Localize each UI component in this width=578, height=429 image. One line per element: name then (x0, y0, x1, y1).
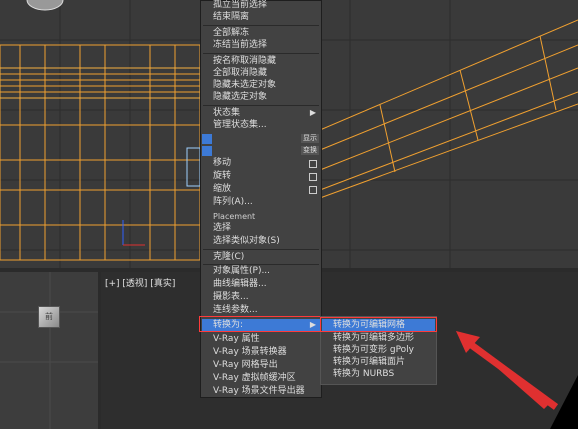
selection-outline (320, 317, 437, 332)
viewcube[interactable]: 前 (38, 306, 60, 328)
bottom-left-viewport[interactable] (0, 272, 98, 429)
menu-item-manage-state-sets[interactable]: 管理状态集... (213, 120, 267, 131)
submenu-item-deformable-gpoly[interactable]: 转换为可变形 gPoly (333, 345, 414, 356)
menu-item-object-properties[interactable]: 对象属性(P)... (213, 266, 270, 277)
submenu-item-editable-poly[interactable]: 转换为可编辑多边形 (333, 333, 414, 344)
settings-box-icon[interactable] (309, 173, 317, 181)
settings-box-icon[interactable] (309, 186, 317, 194)
quad-indicator-icon (202, 134, 212, 144)
viewcube-label: 前 (45, 312, 53, 321)
menu-item-clone[interactable]: 克隆(C) (213, 252, 244, 263)
menu-item-rotate[interactable]: 旋转 (213, 171, 231, 182)
menu-item-state-sets[interactable]: 状态集 (213, 108, 240, 119)
menu-item-array[interactable]: 阵列(A)... (213, 197, 253, 208)
menu-item-wire-parameters[interactable]: 连线参数... (213, 305, 258, 316)
menu-item-vray-mesh-export[interactable]: V-Ray 网格导出 (213, 360, 278, 371)
menu-separator (203, 264, 319, 265)
menu-item-end-isolate[interactable]: 结束隔离 (213, 12, 249, 23)
menu-item-vray-scene-export[interactable]: V-Ray 场景文件导出器 (213, 386, 305, 397)
selection-outline (199, 316, 323, 332)
menu-item-hide-unselected[interactable]: 隐藏未选定对象 (213, 80, 276, 91)
settings-box-icon[interactable] (309, 160, 317, 168)
quad-label-transform[interactable]: 变换 (301, 146, 319, 155)
menu-item-vray-scene-converter[interactable]: V-Ray 场景转换器 (213, 347, 287, 358)
menu-item-freeze-selection[interactable]: 冻结当前选择 (213, 40, 267, 51)
submenu-item-nurbs[interactable]: 转换为 NURBS (333, 369, 394, 380)
menu-item-select-similar[interactable]: 选择类似对象(S) (213, 236, 280, 247)
menu-item-dope-sheet[interactable]: 摄影表... (213, 292, 249, 303)
submenu-arrow-icon: ▶ (309, 108, 316, 117)
menu-item-placement[interactable]: Placement (213, 211, 255, 222)
menu-item-hide-selection[interactable]: 隐藏选定对象 (213, 92, 267, 103)
menu-separator (203, 53, 319, 54)
menu-item-move[interactable]: 移动 (213, 158, 231, 169)
menu-item-curve-editor[interactable]: 曲线编辑器... (213, 279, 267, 290)
menu-item-vray-properties[interactable]: V-Ray 属性 (213, 334, 260, 345)
quad-menu: 孤立当前选择 结束隔离 全部解冻 冻结当前选择 按名称取消隐藏 全部取消隐藏 隐… (200, 0, 322, 398)
menu-item-unhide-all[interactable]: 全部取消隐藏 (213, 68, 267, 79)
submenu-item-editable-patch[interactable]: 转换为可编辑面片 (333, 357, 405, 368)
quad-label-display[interactable]: 显示 (301, 134, 319, 143)
quad-indicator-icon (202, 146, 212, 156)
menu-separator (203, 249, 319, 250)
annotation-arrow-icon (456, 331, 578, 429)
menu-item-scale[interactable]: 缩放 (213, 184, 231, 195)
viewport-label[interactable]: [+] [透视] [真实] (105, 276, 175, 289)
viewport-grid (0, 272, 98, 429)
menu-separator (203, 25, 319, 26)
menu-item-vray-vfb[interactable]: V-Ray 虚拟帧缓冲区 (213, 373, 296, 384)
menu-item-select[interactable]: 选择 (213, 223, 231, 234)
menu-item-unfreeze-all[interactable]: 全部解冻 (213, 28, 249, 39)
menu-separator (203, 105, 319, 106)
menu-item-isolate[interactable]: 孤立当前选择 (213, 0, 267, 11)
menu-item-unhide-by-name[interactable]: 按名称取消隐藏 (213, 56, 276, 67)
